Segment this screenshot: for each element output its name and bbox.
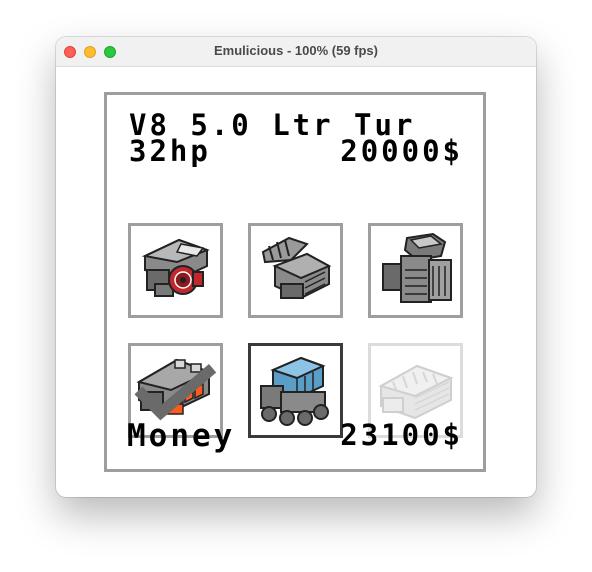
window-title: Emulicious - 100% (59 fps): [214, 43, 378, 58]
emulator-window: Emulicious - 100% (59 fps) V8 5.0 Ltr Tu…: [56, 37, 536, 497]
engine-v8-blue-icon: [260, 356, 329, 426]
money-label: Money: [127, 418, 236, 454]
engine-slot-5[interactable]: [248, 343, 343, 438]
game-screen[interactable]: V8 5.0 Ltr Tur 32hp 20000$ Money 23100$: [104, 92, 486, 472]
engine-tall-gray-icon: [382, 232, 452, 303]
engine-slot-3[interactable]: [368, 223, 463, 318]
engine-price: 20000$: [340, 134, 463, 168]
title-bar[interactable]: Emulicious - 100% (59 fps): [56, 37, 536, 67]
engine-slot-2[interactable]: [248, 223, 343, 318]
engine-slot-1[interactable]: [128, 223, 223, 318]
engine-power: 32hp: [129, 134, 211, 168]
engine-gray-block-icon: [261, 236, 332, 300]
engine-red-turbo-icon: [141, 238, 210, 297]
money-value: 23100$: [340, 418, 463, 452]
